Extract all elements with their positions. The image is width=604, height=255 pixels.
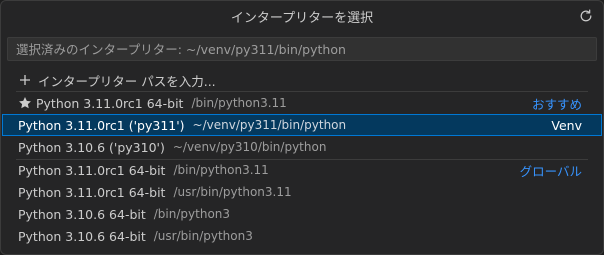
interpreter-label: Python 3.11.0rc1 64-bit <box>18 184 166 200</box>
global-interpreter-item[interactable]: Python 3.11.0rc1 64-bit /usr/bin/python3… <box>2 181 602 203</box>
global-interpreter-item[interactable]: Python 3.10.6 64-bit /bin/python3 <box>2 203 602 225</box>
recommended-interpreter-item[interactable]: Python 3.11.0rc1 64-bit /bin/python3.11 … <box>2 92 602 114</box>
enter-path-label: インタープリター パスを入力... <box>38 73 216 89</box>
interpreter-path: /bin/python3 <box>153 207 231 221</box>
plus-icon <box>18 73 32 87</box>
interpreter-search-input[interactable] <box>16 41 588 57</box>
enter-interpreter-path-item[interactable]: インタープリター パスを入力... <box>2 69 602 91</box>
venv-interpreter-item[interactable]: Python 3.10.6 ('py310') ~/venv/py310/bin… <box>2 136 602 158</box>
interpreter-label: Python 3.11.0rc1 64-bit <box>36 95 184 111</box>
interpreter-path: ~/venv/py311/bin/python <box>192 118 347 132</box>
quick-pick-input-row <box>1 31 603 67</box>
interpreter-path: /usr/bin/python3.11 <box>173 185 292 199</box>
venv-interpreter-item[interactable]: Python 3.11.0rc1 ('py311') ~/venv/py311/… <box>2 114 602 136</box>
refresh-button[interactable] <box>577 7 595 25</box>
interpreter-path: /bin/python3.11 <box>173 163 269 177</box>
interpreter-quick-pick: インタープリターを選択 インタープリター パスを入力... <box>0 0 604 255</box>
interpreter-list: インタープリター パスを入力... Python 3.11.0rc1 64-bi… <box>2 69 602 247</box>
interpreter-label: Python 3.10.6 64-bit <box>18 228 146 244</box>
quick-pick-title: インタープリターを選択 <box>230 10 374 26</box>
interpreter-label: Python 3.10.6 64-bit <box>18 206 146 222</box>
interpreter-label: Python 3.11.0rc1 ('py311') <box>18 117 185 133</box>
interpreter-path: ~/venv/py310/bin/python <box>172 140 327 154</box>
star-icon <box>18 96 32 110</box>
recommended-category-label: おすすめ <box>531 96 582 112</box>
global-interpreter-item[interactable]: Python 3.11.0rc1 64-bit /bin/python3.11 … <box>2 159 602 181</box>
refresh-icon <box>579 9 593 23</box>
interpreter-path: /usr/bin/python3 <box>153 229 253 243</box>
interpreter-label: Python 3.10.6 ('py310') <box>18 139 165 155</box>
venv-category-label: Venv <box>551 117 582 133</box>
global-category-label: グローバル <box>519 163 582 179</box>
interpreter-search-box <box>7 37 597 61</box>
global-interpreter-item[interactable]: Python 3.10.6 64-bit /usr/bin/python3 <box>2 225 602 247</box>
interpreter-label: Python 3.11.0rc1 64-bit <box>18 162 166 178</box>
interpreter-path: /bin/python3.11 <box>191 96 287 110</box>
quick-pick-titlebar: インタープリターを選択 <box>1 1 603 31</box>
